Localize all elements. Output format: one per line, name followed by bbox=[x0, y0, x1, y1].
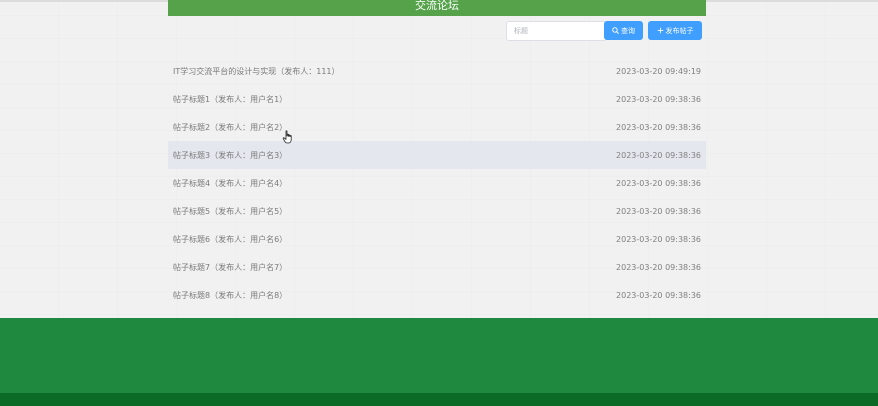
post-title: 帖子标题8（发布人：用户名8） bbox=[173, 290, 288, 300]
post-title: IT学习交流平台的设计与实现（发布人：111） bbox=[173, 66, 340, 76]
post-title: 帖子标题2（发布人：用户名2） bbox=[173, 122, 288, 132]
post-time: 2023-03-20 09:38:36 bbox=[616, 262, 701, 272]
footer-bottom-bar bbox=[0, 393, 878, 406]
post-row[interactable]: 帖子标题5（发布人：用户名5） 2023-03-20 09:38:36 bbox=[168, 197, 706, 225]
post-time: 2023-03-20 09:38:36 bbox=[616, 206, 701, 216]
post-title: 帖子标题4（发布人：用户名4） bbox=[173, 178, 288, 188]
plus-icon bbox=[657, 27, 663, 34]
post-button[interactable]: 发布帖子 bbox=[648, 21, 702, 40]
query-button[interactable]: 查询 bbox=[604, 21, 643, 40]
page-title: 交流论坛 bbox=[415, 0, 459, 12]
search-icon bbox=[612, 27, 619, 34]
post-time: 2023-03-20 09:38:36 bbox=[616, 94, 701, 104]
post-time: 2023-03-20 09:38:36 bbox=[616, 150, 701, 160]
post-row-hovered[interactable]: 帖子标题3（发布人：用户名3） 2023-03-20 09:38:36 bbox=[168, 141, 706, 169]
post-row[interactable]: 帖子标题4（发布人：用户名4） 2023-03-20 09:38:36 bbox=[168, 169, 706, 197]
footer bbox=[0, 318, 878, 393]
post-button-label: 发布帖子 bbox=[665, 26, 694, 35]
post-title: 帖子标题7（发布人：用户名7） bbox=[173, 262, 288, 272]
post-row[interactable]: 帖子标题1（发布人：用户名1） 2023-03-20 09:38:36 bbox=[168, 85, 706, 113]
post-title: 帖子标题1（发布人：用户名1） bbox=[173, 94, 288, 104]
query-button-label: 查询 bbox=[621, 26, 635, 35]
post-title: 帖子标题6（发布人：用户名6） bbox=[173, 234, 288, 244]
post-row[interactable]: IT学习交流平台的设计与实现（发布人：111） 2023-03-20 09:49… bbox=[168, 57, 706, 85]
post-title: 帖子标题3（发布人：用户名3） bbox=[173, 150, 288, 160]
post-time: 2023-03-20 09:38:36 bbox=[616, 290, 701, 300]
post-list: IT学习交流平台的设计与实现（发布人：111） 2023-03-20 09:49… bbox=[168, 57, 706, 309]
post-row[interactable]: 帖子标题8（发布人：用户名8） 2023-03-20 09:38:36 bbox=[168, 281, 706, 309]
post-row[interactable]: 帖子标题6（发布人：用户名6） 2023-03-20 09:38:36 bbox=[168, 225, 706, 253]
post-time: 2023-03-20 09:49:19 bbox=[616, 66, 701, 76]
search-input[interactable] bbox=[506, 21, 607, 41]
page-title-bar: 交流论坛 bbox=[168, 0, 706, 16]
hand-cursor-icon bbox=[282, 130, 292, 144]
post-title: 帖子标题5（发布人：用户名5） bbox=[173, 206, 288, 216]
post-row[interactable]: 帖子标题2（发布人：用户名2） 2023-03-20 09:38:36 bbox=[168, 113, 706, 141]
post-time: 2023-03-20 09:38:36 bbox=[616, 178, 701, 188]
post-time: 2023-03-20 09:38:36 bbox=[616, 122, 701, 132]
post-time: 2023-03-20 09:38:36 bbox=[616, 234, 701, 244]
post-row[interactable]: 帖子标题7（发布人：用户名7） 2023-03-20 09:38:36 bbox=[168, 253, 706, 281]
